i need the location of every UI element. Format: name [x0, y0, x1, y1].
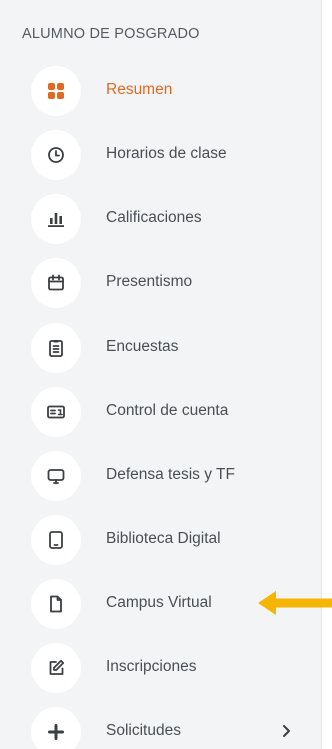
sidebar-item-label: Biblioteca Digital	[106, 530, 221, 547]
edit-icon	[31, 643, 81, 693]
sidebar-item-inscripciones[interactable]: Inscripciones	[0, 636, 322, 700]
monitor-icon	[31, 451, 81, 501]
sidebar-item-label: Presentismo	[106, 273, 193, 290]
sidebar-item-label: Solicitudes	[106, 722, 181, 739]
sidebar-item-label: Encuestas	[106, 338, 179, 355]
sidebar-item-label: Defensa tesis y TF	[106, 466, 235, 483]
sidebar-item-presentismo[interactable]: Presentismo	[0, 251, 322, 315]
clock-icon	[31, 130, 81, 180]
sidebar-item-resumen[interactable]: Resumen	[0, 59, 322, 123]
bar-chart-icon	[31, 194, 81, 244]
id-card-icon	[31, 387, 81, 437]
sidebar-item-label: Calificaciones	[106, 209, 202, 226]
plus-icon	[31, 707, 81, 749]
sidebar-item-defensa-tesis[interactable]: Defensa tesis y TF	[0, 444, 322, 508]
sidebar-item-encuestas[interactable]: Encuestas	[0, 316, 322, 380]
sidebar-item-solicitudes[interactable]: Solicitudes	[0, 700, 322, 749]
pointer-arrow-icon	[258, 591, 332, 615]
sidebar-item-horarios[interactable]: Horarios de clase	[0, 123, 322, 187]
document-icon	[31, 579, 81, 629]
sidebar-item-label: Inscripciones	[106, 658, 197, 675]
sidebar-item-calificaciones[interactable]: Calificaciones	[0, 187, 322, 251]
sidebar-item-label: Horarios de clase	[106, 145, 227, 162]
sidebar: ALUMNO DE POSGRADO Resumen Horarios de c…	[0, 0, 322, 749]
chevron-right-icon[interactable]	[280, 721, 294, 741]
tablet-icon	[31, 515, 81, 565]
calendar-icon	[31, 258, 81, 308]
dashboard-grid-icon	[31, 66, 81, 116]
clipboard-icon	[31, 323, 81, 373]
section-title: ALUMNO DE POSGRADO	[22, 26, 200, 42]
sidebar-item-label: Control de cuenta	[106, 402, 229, 419]
sidebar-item-label: Campus Virtual	[106, 594, 212, 611]
sidebar-item-label: Resumen	[106, 81, 173, 98]
sidebar-item-biblioteca[interactable]: Biblioteca Digital	[0, 508, 322, 572]
sidebar-item-control-cuenta[interactable]: Control de cuenta	[0, 380, 322, 444]
